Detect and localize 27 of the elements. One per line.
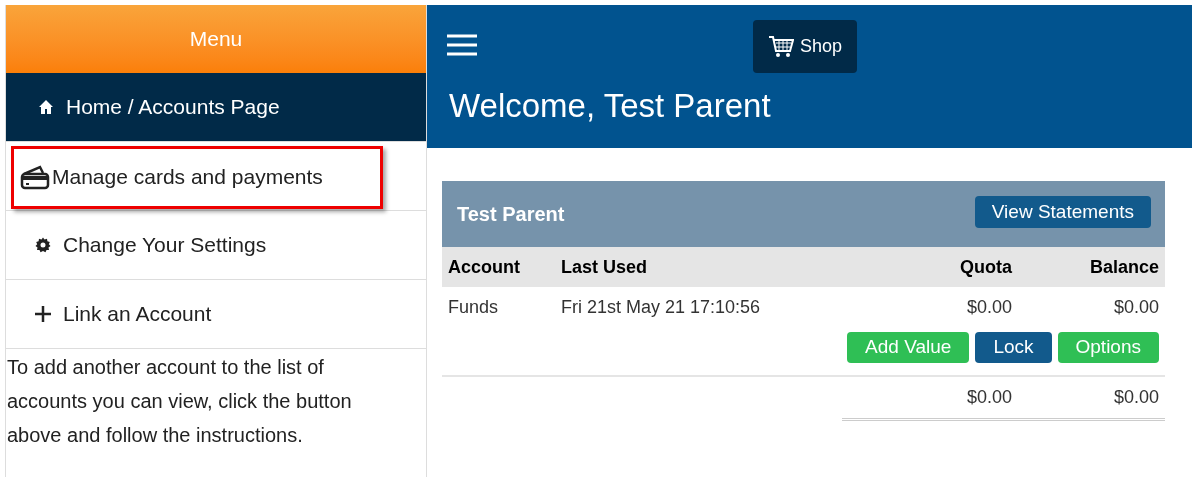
plus-icon [34,305,52,323]
menu-item[interactable]: Link an Account [11,280,421,348]
help-text: To add another account to the list of accounts you can view, click the button above and follow the instructions. [6,355,353,448]
cart-icon [767,34,794,59]
table-cell-text: Fri 21st May 21 17:10:56 [561,295,761,319]
table-cell-text: Funds [448,295,500,319]
table-cell-text: $0.00 [965,295,1012,319]
action-button[interactable]: Lock [975,332,1052,363]
total-cell-text: $0.00 [965,385,1012,409]
menu-item[interactable]: Home / Accounts Page [6,73,426,141]
column-header: Account [448,255,521,279]
column-header: Last Used [561,255,649,279]
column-header: Quota [959,255,1012,279]
column-header: Balance [1088,255,1159,279]
settings-icon [35,237,51,253]
card-title: Test Parent [457,202,565,227]
total-cell-text: $0.00 [1112,385,1159,409]
menu-title: Menu [6,5,426,73]
menu-item[interactable]: Change Your Settings [11,211,421,279]
table-cell-text: $0.00 [1112,295,1159,319]
menu-item[interactable]: Manage cards and payments [11,145,383,209]
shop-button[interactable]: Shop [753,20,857,73]
home-icon [38,99,54,115]
menu-icon[interactable] [446,34,478,56]
welcome-title: Welcome, Test Parent [448,86,772,126]
credit-card-icon [20,164,50,190]
view-statements-button[interactable]: View Statements [974,196,1151,228]
